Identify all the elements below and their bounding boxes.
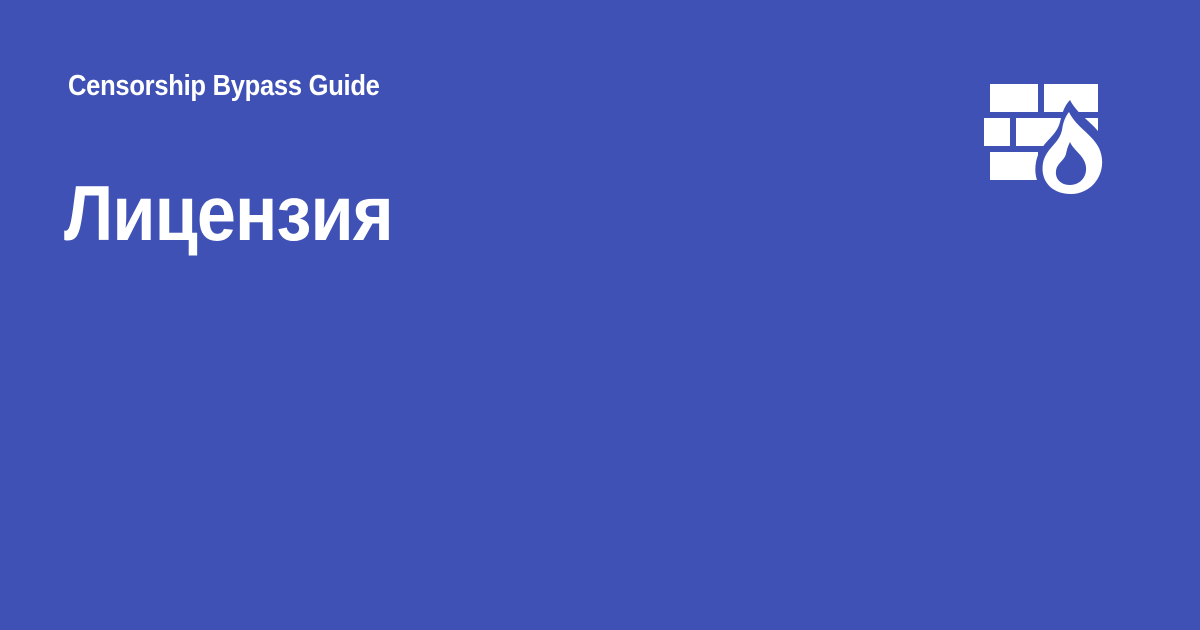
page-title: Лицензия — [64, 169, 394, 257]
firewall-icon — [984, 84, 1109, 198]
social-card: Censorship Bypass Guide Лицензия — [0, 0, 1200, 630]
site-name: Censorship Bypass Guide — [68, 70, 380, 102]
